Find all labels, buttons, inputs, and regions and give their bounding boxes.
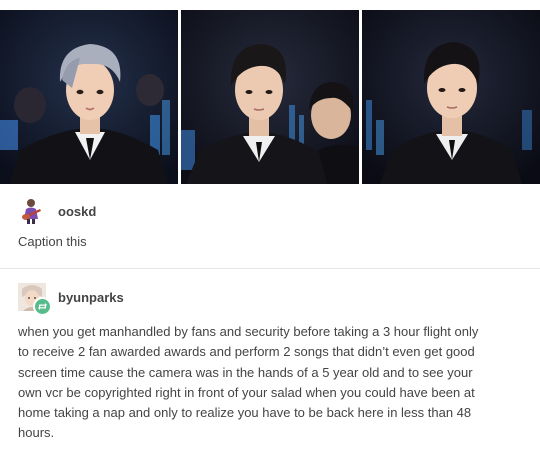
body-line: screen time cause the camera was in the … bbox=[18, 364, 473, 380]
body-line: when you get manhandled by fans and secu… bbox=[18, 324, 479, 339]
photo-2[interactable] bbox=[181, 10, 359, 184]
post-body: when you get manhandled by fans and secu… bbox=[18, 322, 523, 444]
username[interactable]: byunparks bbox=[58, 290, 124, 305]
body-line: own vcr be copyrighted right in front of… bbox=[18, 384, 475, 400]
post-header: byunparks bbox=[18, 283, 523, 316]
body-line: to receive 2 fan awarded awards and perf… bbox=[18, 344, 475, 360]
post-divider bbox=[0, 268, 540, 269]
photo-strip bbox=[0, 0, 540, 184]
guitar-player-avatar-icon[interactable] bbox=[18, 197, 46, 225]
post-ooskd: ooskd Caption this bbox=[18, 197, 523, 249]
reblog-icon bbox=[33, 297, 52, 316]
photo-1[interactable] bbox=[0, 10, 178, 184]
person-photo-dark-hair bbox=[181, 10, 359, 184]
photo-3[interactable] bbox=[362, 10, 540, 184]
person-photo-dark-hair bbox=[362, 10, 540, 184]
person-photo-silver-hair bbox=[0, 10, 178, 184]
post-caption: Caption this bbox=[18, 234, 87, 249]
body-line: hours. bbox=[18, 425, 55, 441]
post-header: ooskd bbox=[18, 197, 523, 225]
post-byunparks: byunparks when you get manhandled by fan… bbox=[18, 283, 523, 440]
user-avatar-icon[interactable] bbox=[18, 283, 52, 316]
body-line: home taking a nap and only to realize yo… bbox=[18, 405, 472, 421]
username[interactable]: ooskd bbox=[58, 204, 96, 219]
